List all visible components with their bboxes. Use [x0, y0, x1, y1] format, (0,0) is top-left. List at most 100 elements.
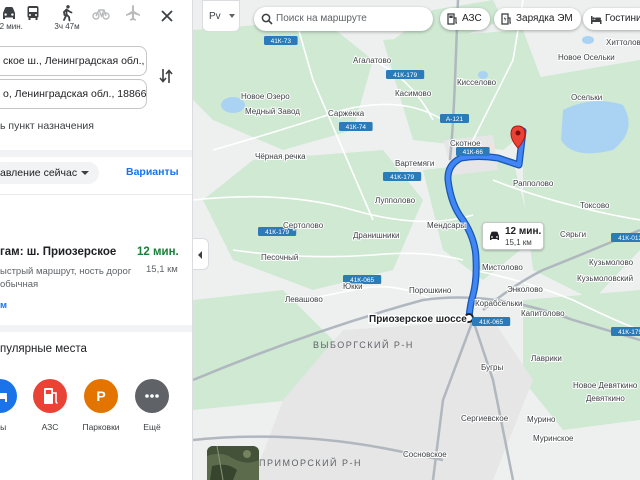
map-canvas[interactable]: 41К-73 41К-179 А-121 41К-74 41К-66 41К-179 41К…: [192, 0, 640, 480]
travel-mode-bar: 12 мин. 3ч 47м: [0, 0, 192, 40]
walk-icon: [63, 5, 73, 22]
transit-mode-button[interactable]: [18, 4, 48, 38]
route-options-button[interactable]: Варианты: [126, 166, 179, 178]
route-info-callout[interactable]: 12 мин. 15,1 км: [482, 222, 544, 250]
close-button[interactable]: [156, 5, 178, 27]
road-shield-label: А-121: [446, 116, 464, 123]
origin-value: ское ш., Ленинградская обл., 1: [3, 55, 147, 67]
road-shield-label: 41К-73: [271, 38, 292, 45]
place-label[interactable]: Агалатово: [352, 55, 393, 66]
origin-input[interactable]: ское ш., Ленинградская обл., 1: [0, 46, 147, 76]
place-label[interactable]: Девяткино: [585, 393, 626, 404]
airplane-icon: [126, 5, 140, 21]
place-label[interactable]: Левашово: [284, 294, 324, 305]
destination-input[interactable]: о, Ленинградская обл., 18866: [0, 79, 147, 109]
road-shield: 41К-012: [611, 233, 640, 242]
place-label[interactable]: Сярьги: [559, 229, 587, 240]
road-shield-label: 41К-66: [463, 149, 484, 156]
place-label[interactable]: Токсово: [579, 200, 611, 211]
search-along-route-input[interactable]: Поиск на маршруте: [254, 7, 433, 31]
place-label[interactable]: Энколово: [506, 284, 544, 295]
place-label[interactable]: Осельки: [570, 92, 603, 103]
language-label: Рv: [209, 11, 221, 22]
parking-icon: P: [96, 388, 105, 404]
place-label[interactable]: Новое Осельки: [557, 52, 616, 63]
place-label[interactable]: Кузьмолово: [588, 257, 635, 268]
popular-more-button[interactable]: [135, 379, 169, 413]
route-details-link[interactable]: м: [0, 300, 7, 311]
road-shield: 41К-065: [472, 317, 511, 326]
route-distance: 15,1 км: [146, 264, 178, 275]
place-label[interactable]: Вартемяги: [394, 158, 435, 169]
road-shield-label: 41К-179: [265, 229, 289, 236]
destination-value: о, Ленинградская обл., 18866: [3, 88, 147, 100]
place-label[interactable]: Лаврики: [530, 353, 563, 364]
road-shield-label: 41К-179: [393, 72, 417, 79]
chip-gas-stations[interactable]: АЗС: [440, 8, 490, 30]
place-label[interactable]: Бугры: [480, 362, 504, 373]
place-label[interactable]: Мистолово: [481, 262, 524, 273]
place-label[interactable]: Порошкино: [408, 285, 453, 296]
walk-mode-label: 3ч 47м: [54, 22, 80, 31]
collapse-panel-button[interactable]: [193, 238, 209, 270]
place-label[interactable]: Касимово: [394, 88, 433, 99]
search-placeholder: Поиск на маршруте: [276, 13, 367, 24]
depart-time-dropdown[interactable]: авление сейчас: [0, 162, 100, 184]
road-shield-label: 41К-179: [390, 174, 414, 181]
place-label[interactable]: Кисселово: [456, 77, 498, 88]
chip-label: Зарядка ЭМ: [516, 13, 573, 24]
swap-waypoints-button[interactable]: [157, 66, 175, 86]
place-label[interactable]: Новое Озеро: [240, 91, 291, 102]
popular-hotels-button[interactable]: [0, 379, 17, 413]
depart-label: авление сейчас: [0, 167, 78, 179]
place-label[interactable]: Чёрная речка: [254, 151, 307, 162]
place-label[interactable]: Дранишники: [352, 230, 400, 241]
district-label-primorsky: ПРИМОРСКИЙ Р-Н: [259, 457, 362, 468]
place-label[interactable]: Лупполово: [374, 195, 417, 206]
bed-icon: [591, 16, 602, 24]
bicycle-mode-button[interactable]: [86, 4, 116, 38]
place-label[interactable]: Хиттолово: [605, 37, 640, 48]
car-icon: [3, 7, 15, 19]
route-time: 12 мин.: [137, 246, 179, 258]
flight-mode-button[interactable]: [118, 4, 148, 38]
place-label[interactable]: Муринское: [532, 433, 575, 444]
route-start-label: Приозерское шоссе: [369, 314, 467, 325]
divider: [0, 194, 192, 195]
search-icon: [261, 13, 273, 25]
road-shield-label: 41К-74: [346, 124, 367, 131]
place-label[interactable]: Кузьмоловский: [576, 273, 634, 284]
place-label[interactable]: Саржекка: [327, 108, 366, 119]
popular-parking-button[interactable]: P: [84, 379, 118, 413]
language-selector[interactable]: Рv: [202, 0, 240, 32]
bicycle-icon: [92, 9, 110, 20]
place-label[interactable]: Юкки: [342, 281, 364, 292]
place-label[interactable]: Мурино: [526, 414, 557, 425]
map-svg[interactable]: 41К-73 41К-179 А-121 41К-74 41К-66 41К-179 41К…: [192, 0, 640, 480]
place-label[interactable]: Сосновское: [402, 449, 448, 460]
place-label[interactable]: Мендсары: [426, 220, 467, 231]
route-title: гам: ш. Приозерское: [0, 246, 117, 258]
place-label[interactable]: Скотное: [449, 138, 482, 149]
place-label[interactable]: Капитолово: [520, 308, 566, 319]
chip-ev-charging[interactable]: Зарядка ЭМ: [494, 8, 581, 30]
car-icon: [490, 231, 499, 240]
place-label[interactable]: Корабсельки: [474, 298, 524, 309]
place-label[interactable]: Медный Завод: [244, 106, 301, 117]
close-icon: [161, 10, 173, 22]
road-shield-label: 41К-179: [618, 329, 640, 336]
directions-panel: 12 мин. 3ч 47м ское ш., Ленинградская об…: [0, 0, 193, 480]
place-label[interactable]: Сергиевское: [460, 413, 510, 424]
road-shield: 41К-179: [383, 172, 422, 181]
place-label[interactable]: Сертолово: [282, 220, 325, 231]
place-label[interactable]: Рапполово: [512, 178, 555, 189]
place-label[interactable]: Песочный: [260, 252, 299, 263]
chip-hotels[interactable]: Гостини: [583, 8, 640, 30]
add-destination-link[interactable]: ь пункт назначения: [0, 120, 94, 132]
place-label[interactable]: Новое Девяткино: [572, 380, 639, 391]
walk-mode-button[interactable]: 3ч 47м: [52, 4, 82, 38]
popular-more-label: Ещё: [143, 422, 161, 432]
popular-gas-button[interactable]: [33, 379, 67, 413]
satellite-layer-thumbnail[interactable]: [207, 446, 259, 480]
road-shield-label: 41К-065: [479, 319, 503, 326]
